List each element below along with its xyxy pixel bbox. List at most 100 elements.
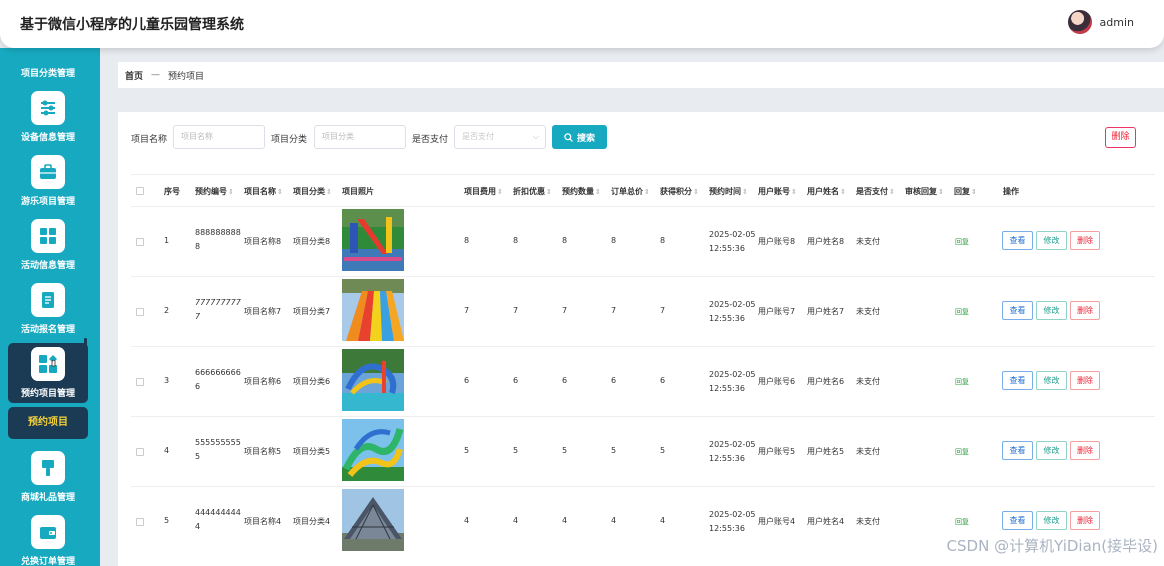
col-header: 序号: [164, 187, 180, 196]
col-header[interactable]: 预约时间⇕: [709, 186, 748, 197]
view-button[interactable]: 查看: [1002, 231, 1033, 250]
edit-button[interactable]: 修改: [1036, 511, 1067, 530]
booking-time: 2025-02-05 12:55:36: [709, 370, 756, 393]
col-header[interactable]: 预约编号⇕: [195, 186, 234, 197]
project-photo: [342, 209, 404, 271]
reply-link[interactable]: 回复: [955, 517, 969, 527]
reply-link[interactable]: 回复: [955, 237, 969, 247]
search-bar: 项目名称 项目名称 项目分类 项目分类 是否支付 是否支付 ⌵ 搜索 删除: [118, 125, 1164, 149]
name-search-input[interactable]: 项目名称: [173, 125, 265, 149]
edit-button[interactable]: 修改: [1036, 441, 1067, 460]
col-header[interactable]: 回复⇕: [954, 186, 977, 197]
points: 5: [660, 446, 666, 455]
name-label: 项目名称: [131, 135, 168, 145]
row-checkbox[interactable]: [136, 238, 144, 246]
col-header[interactable]: 折扣优惠⇕: [513, 186, 552, 197]
breadcrumb-separator: —: [151, 70, 161, 80]
row-checkbox[interactable]: [136, 308, 144, 316]
col-header[interactable]: 审核回复⇕: [905, 186, 944, 197]
view-button[interactable]: 查看: [1002, 371, 1033, 390]
row-index: 1: [164, 236, 170, 245]
project-category: 项目分类4: [293, 517, 331, 526]
delete-button[interactable]: 删除: [1070, 301, 1100, 320]
col-header[interactable]: 项目名称⇕: [244, 186, 283, 197]
briefcase-icon: [31, 155, 65, 189]
row-checkbox[interactable]: [136, 518, 144, 526]
row-checkbox[interactable]: [136, 378, 144, 386]
batch-delete-button[interactable]: 删除: [1105, 127, 1136, 148]
booking-code: 888888888 8: [195, 228, 241, 251]
reply-link[interactable]: 回复: [955, 307, 969, 317]
sidebar: 项目分类管理 设备信息管理 游乐项目管理 活动信息管理 活动报名管理 预约项目管…: [0, 48, 100, 566]
sidebar-item-gifts[interactable]: 商城礼品管理: [8, 451, 88, 509]
project-photo: [342, 489, 404, 551]
project-fee: 4: [464, 516, 470, 525]
sidebar-item-orders[interactable]: 兑换订单管理: [8, 515, 88, 566]
col-header: 项目照片: [342, 187, 374, 196]
user-name: 用户姓名5: [807, 447, 845, 456]
avatar[interactable]: [1067, 10, 1092, 34]
sidebar-scrollbar[interactable]: [84, 338, 87, 398]
category-search-input[interactable]: 项目分类: [314, 125, 406, 149]
edit-button[interactable]: 修改: [1036, 371, 1067, 390]
paid-status: 未支付: [856, 447, 880, 456]
points: 8: [660, 236, 666, 245]
row-checkbox[interactable]: [136, 448, 144, 456]
project-name: 项目名称5: [244, 447, 282, 456]
col-header[interactable]: 订单总价⇕: [611, 186, 650, 197]
user-name: 用户姓名7: [807, 307, 845, 316]
col-header[interactable]: 用户账号⇕: [758, 186, 797, 197]
sliders-icon: [31, 91, 65, 125]
delete-button[interactable]: 删除: [1070, 441, 1100, 460]
delete-button[interactable]: 删除: [1070, 231, 1100, 250]
project-category: 项目分类8: [293, 237, 331, 246]
select-all-checkbox[interactable]: [136, 187, 144, 195]
booking-code: 555555555 5: [195, 438, 241, 461]
sidebar-item-equipment[interactable]: 设备信息管理: [8, 91, 88, 149]
booking-time: 2025-02-05 12:55:36: [709, 300, 756, 323]
col-header[interactable]: 项目分类⇕: [293, 186, 332, 197]
booking-code: 444444444 4: [195, 508, 241, 531]
sidebar-subitem-bookings[interactable]: 预约项目: [8, 407, 88, 439]
edit-button[interactable]: 修改: [1036, 231, 1067, 250]
sidebar-item-activities[interactable]: 活动信息管理: [8, 219, 88, 277]
paid-status: 未支付: [856, 517, 880, 526]
search-icon: [564, 132, 573, 142]
sidebar-item-bookings[interactable]: 预约项目管理: [8, 343, 88, 403]
discount: 5: [513, 446, 519, 455]
booking-time: 2025-02-05 12:55:36: [709, 230, 756, 253]
user-account: 用户账号4: [758, 517, 796, 526]
delete-button[interactable]: 删除: [1070, 371, 1100, 390]
col-header[interactable]: 项目费用⇕: [464, 186, 503, 197]
user-account: 用户账号8: [758, 237, 796, 246]
sidebar-item-category[interactable]: 项目分类管理: [0, 66, 96, 79]
view-button[interactable]: 查看: [1002, 301, 1033, 320]
view-button[interactable]: 查看: [1002, 441, 1033, 460]
view-button[interactable]: 查看: [1002, 511, 1033, 530]
sidebar-item-rides[interactable]: 游乐项目管理: [8, 155, 88, 213]
points: 6: [660, 376, 666, 385]
col-header[interactable]: 获得积分⇕: [660, 186, 699, 197]
quantity: 6: [562, 376, 568, 385]
user-menu[interactable]: admin: [1067, 10, 1134, 34]
breadcrumb-home[interactable]: 首页: [125, 69, 143, 82]
quantity: 4: [562, 516, 568, 525]
reply-link[interactable]: 回复: [955, 377, 969, 387]
table-row: 4 555555555 5 项目名称5 项目分类5 5 5 5 5 5 2025-…: [131, 416, 1155, 486]
col-header[interactable]: 用户姓名⇕: [807, 186, 846, 197]
points: 4: [660, 516, 666, 525]
paid-select[interactable]: 是否支付 ⌵: [454, 125, 546, 149]
project-fee: 8: [464, 236, 470, 245]
delete-button[interactable]: 删除: [1070, 511, 1100, 530]
edit-button[interactable]: 修改: [1036, 301, 1067, 320]
project-photo: [342, 349, 404, 411]
username[interactable]: admin: [1100, 16, 1134, 29]
discount: 4: [513, 516, 519, 525]
col-header[interactable]: 是否支付⇕: [856, 186, 895, 197]
search-button-label: 搜索: [576, 133, 595, 144]
sidebar-item-signups[interactable]: 活动报名管理: [8, 283, 88, 341]
brush-icon: [31, 451, 65, 485]
col-header[interactable]: 预约数量⇕: [562, 186, 601, 197]
search-button[interactable]: 搜索: [552, 125, 607, 149]
reply-link[interactable]: 回复: [955, 447, 969, 457]
